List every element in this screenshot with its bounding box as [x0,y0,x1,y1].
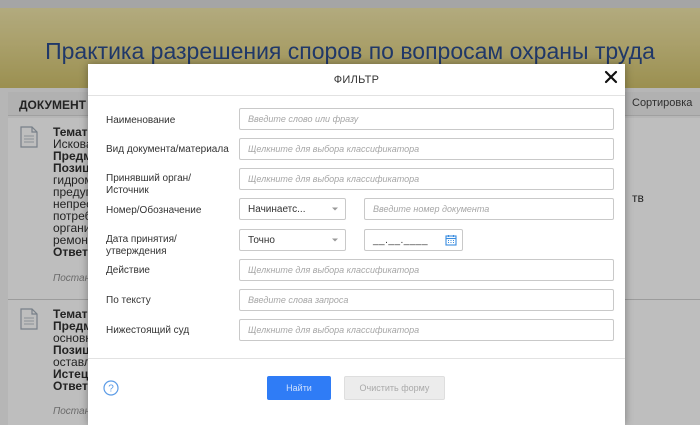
number-label: Номер/Обозначение [106,205,202,216]
action-placeholder: Щелкните для выбора классификатора [248,265,420,275]
calendar-icon[interactable] [445,234,457,246]
close-icon[interactable] [604,70,618,84]
help-icon[interactable]: ? [103,380,119,396]
number-match-value: Начинаетс... [248,204,306,215]
doc-type-placeholder: Щелкните для выбора классификатора [248,144,420,154]
number-placeholder: Введите номер документа [373,204,490,214]
doc-type-input[interactable]: Щелкните для выбора классификатора [239,138,614,160]
date-label-line2: утверждения [106,246,167,257]
lower-court-label: Нижестоящий суд [106,325,190,336]
text-search-input[interactable]: Введите слова запроса [239,289,614,311]
chevron-down-icon [332,207,338,211]
dialog-title: ФИЛЬТР [333,74,380,86]
name-placeholder: Введите слово или фразу [248,114,359,124]
clear-form-button[interactable]: Очистить форму [344,376,445,400]
number-input[interactable]: Введите номер документа [364,198,614,220]
name-input[interactable]: Введите слово или фразу [239,108,614,130]
authority-label-line2: Источник [106,185,149,196]
text-search-label: По тексту [106,295,151,306]
date-placeholder: __.__.____ [373,235,429,246]
doc-type-label: Вид документа/материала [106,144,229,155]
text-search-placeholder: Введите слова запроса [248,295,349,305]
number-match-select[interactable]: Начинаетс... [239,198,346,220]
date-input[interactable]: __.__.____ [364,229,463,251]
authority-input[interactable]: Щелкните для выбора классификатора [239,168,614,190]
lower-court-placeholder: Щелкните для выбора классификатора [248,325,420,335]
find-button[interactable]: Найти [267,376,331,400]
action-label: Действие [106,265,150,276]
action-input[interactable]: Щелкните для выбора классификатора [239,259,614,281]
authority-placeholder: Щелкните для выбора классификатора [248,174,420,184]
date-match-value: Точно [248,235,275,246]
filter-dialog: ФИЛЬТР Наименование Введите слово или фр… [88,64,625,425]
authority-label: Принявший орган/ Источник [106,173,191,197]
date-label: Дата принятия/ утверждения [106,234,177,258]
authority-label-line1: Принявший орган/ [106,173,191,184]
date-match-select[interactable]: Точно [239,229,346,251]
lower-court-input[interactable]: Щелкните для выбора классификатора [239,319,614,341]
dialog-footer-divider [88,358,625,359]
date-label-line1: Дата принятия/ [106,234,177,245]
name-label: Наименование [106,115,176,126]
svg-text:?: ? [108,384,114,395]
chevron-down-icon [332,238,338,242]
dialog-header: ФИЛЬТР [88,64,625,96]
